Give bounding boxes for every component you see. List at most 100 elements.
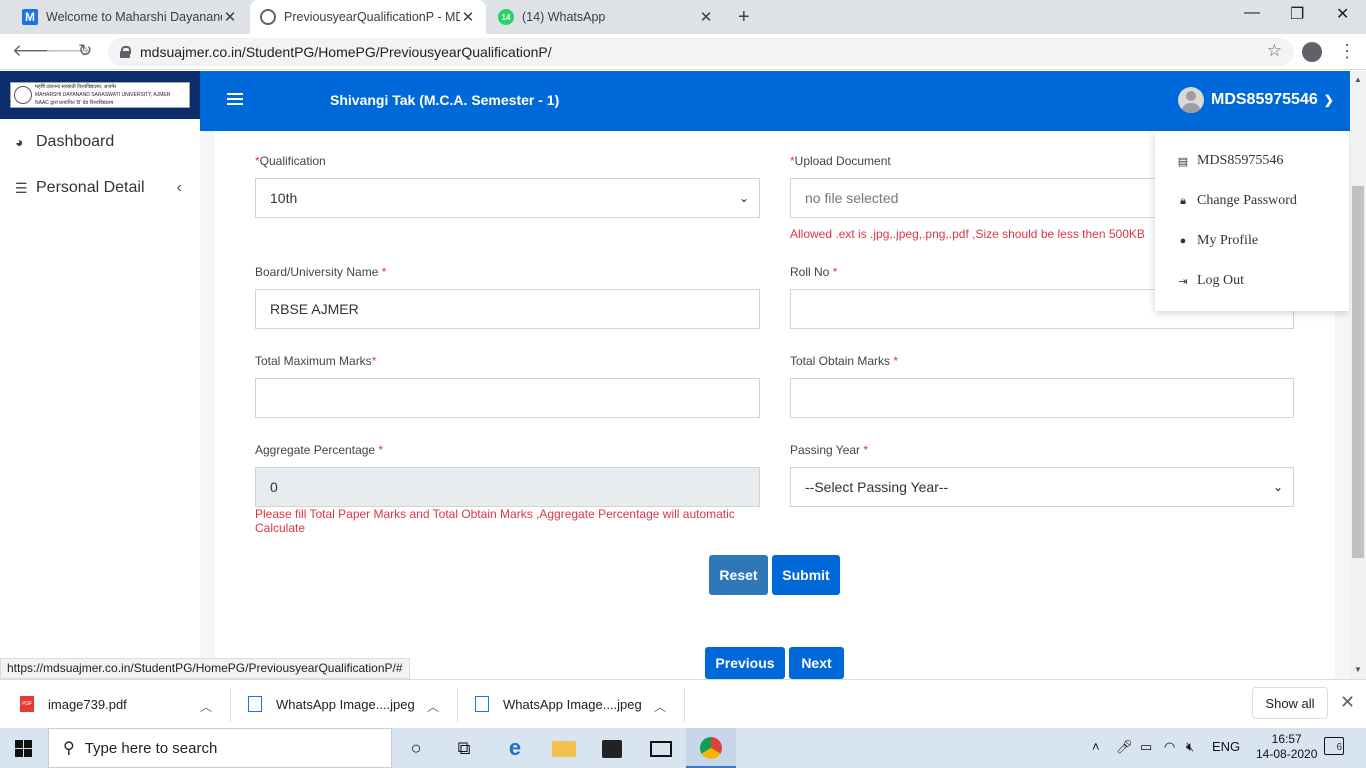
close-icon[interactable]: ✕ xyxy=(1340,692,1355,713)
task-view-icon[interactable]: ⧉ xyxy=(452,736,476,760)
page-scrollbar[interactable]: ▲ ▼ xyxy=(1350,71,1366,679)
chevron-up-icon[interactable]: ︿ xyxy=(427,698,439,715)
edge-icon[interactable]: e xyxy=(503,735,527,760)
university-logo[interactable]: महर्षि दयानन्द सरस्वती विश्वविद्यालय, अज… xyxy=(10,82,190,108)
url-text: mdsuajmer.co.in/StudentPG/HomePG/Previou… xyxy=(140,44,552,60)
dropdown-item-my-profile[interactable]: ● My Profile xyxy=(1175,233,1258,249)
speaker-muted-icon[interactable]: 🔇︎ xyxy=(1186,739,1194,755)
maximize-button[interactable]: ❐ xyxy=(1290,4,1304,24)
tachometer-icon: ◕ xyxy=(15,134,24,150)
upload-label: *Upload Document xyxy=(790,154,891,168)
logo-banner: महर्षि दयानन्द सरस्वती विश्वविद्यालय, अज… xyxy=(0,71,200,119)
search-icon: ⚲ xyxy=(63,740,75,757)
status-bar-url: https://mdsuajmer.co.in/StudentPG/HomePG… xyxy=(0,658,410,679)
chevron-up-icon[interactable]: ︿ xyxy=(200,698,212,715)
sidebar-item-label: Personal Detail xyxy=(36,179,145,196)
scroll-thumb[interactable] xyxy=(1352,186,1364,558)
address-bar[interactable]: mdsuajmer.co.in/StudentPG/HomePG/Previou… xyxy=(108,38,1294,66)
account-icon[interactable] xyxy=(1302,42,1322,62)
store-icon[interactable] xyxy=(602,740,622,758)
close-icon[interactable]: ✕ xyxy=(460,8,476,26)
aggregate-value: 0 xyxy=(270,479,278,495)
bookmark-star-icon[interactable]: ☆ xyxy=(1267,41,1282,61)
dropdown-item-change-password[interactable]: 🔒︎ Change Password xyxy=(1175,193,1297,209)
id-card-icon: ▤ xyxy=(1177,155,1189,168)
user-icon: ● xyxy=(1179,235,1187,247)
chrome-icon[interactable] xyxy=(700,737,722,759)
qualification-select[interactable]: 10th ⌄ xyxy=(255,178,760,218)
download-item[interactable]: WhatsApp Image....jpeg xyxy=(475,686,642,722)
qualification-label: *Qualification xyxy=(255,154,326,168)
total-obtain-marks-input[interactable] xyxy=(790,378,1294,418)
language-indicator[interactable]: ENG xyxy=(1212,739,1240,754)
cortana-icon[interactable]: ○ xyxy=(404,736,428,760)
download-name: image739.pdf xyxy=(48,696,127,712)
chevron-down-icon: ❯ xyxy=(1323,93,1334,107)
wifi-icon[interactable]: ◠ xyxy=(1164,739,1175,755)
clock[interactable]: 16:57 14-08-2020 xyxy=(1256,732,1317,762)
microphone-icon[interactable]: 🎤︎ xyxy=(1116,739,1133,755)
image-file-icon xyxy=(248,696,262,712)
lock-icon xyxy=(120,46,131,58)
scroll-up-icon[interactable]: ▲ xyxy=(1354,75,1362,84)
passing-year-select[interactable]: --Select Passing Year-- ⌄ xyxy=(790,467,1294,507)
browser-tab-strip: M Welcome to Maharshi Dayanand ✕ Previou… xyxy=(0,0,1366,34)
total-maximum-marks-input[interactable] xyxy=(255,378,760,418)
previous-button[interactable]: Previous xyxy=(705,647,785,679)
windows-taskbar: ⚲ Type here to search ○ ⧉ e ˄ 🎤︎ ▭ ◠ 🔇︎ … xyxy=(0,728,1366,768)
logo-text: महर्षि दयानन्द सरस्वती विश्वविद्यालय, अज… xyxy=(35,84,117,90)
submit-button[interactable]: Submit xyxy=(772,555,840,595)
close-icon[interactable]: ✕ xyxy=(222,8,238,26)
max-marks-label: Total Maximum Marks* xyxy=(255,354,377,368)
dropdown-item-log-out[interactable]: ⇥ Log Out xyxy=(1175,273,1244,289)
board-university-input[interactable]: RBSE AJMER xyxy=(255,289,760,329)
battery-icon[interactable]: ▭ xyxy=(1140,739,1152,755)
chevron-up-icon[interactable]: ︿ xyxy=(654,698,666,715)
reset-button[interactable]: Reset xyxy=(709,555,768,595)
menu-kebab-icon[interactable]: ⋮ xyxy=(1338,41,1356,62)
tab-title: PreviousyearQualificationP - MD xyxy=(284,10,460,24)
mdsu-favicon-icon: M xyxy=(22,9,38,25)
search-placeholder: Type here to search xyxy=(84,739,218,757)
window-close-button[interactable]: ✕ xyxy=(1336,4,1349,24)
sidebar-item-dashboard[interactable]: ◕ Dashboard xyxy=(0,122,200,162)
chevron-left-icon: ‹ xyxy=(176,179,182,196)
seal-icon xyxy=(14,86,32,104)
upload-placeholder: no file selected xyxy=(805,190,899,206)
tab-qualification[interactable]: PreviousyearQualificationP - MD ✕ xyxy=(250,0,486,34)
obtain-marks-label: Total Obtain Marks * xyxy=(790,354,899,368)
dropdown-item-user-id[interactable]: ▤ MDS85975546 xyxy=(1175,153,1284,169)
taskbar-search-input[interactable]: ⚲ Type here to search xyxy=(48,728,392,768)
scroll-down-icon[interactable]: ▼ xyxy=(1354,665,1362,674)
chevron-down-icon: ⌄ xyxy=(738,191,749,205)
hamburger-icon[interactable] xyxy=(227,93,243,108)
show-all-button[interactable]: Show all xyxy=(1252,687,1328,719)
aggregate-hint: Please fill Total Paper Marks and Total … xyxy=(255,507,735,535)
tab-whatsapp[interactable]: 14 (14) WhatsApp ✕ xyxy=(488,0,724,34)
lock-icon: 🔒︎ xyxy=(1180,194,1186,207)
sidebar-item-personal-detail[interactable]: ☰ Personal Detail ‹ xyxy=(0,168,200,208)
browser-toolbar: 🡐 🡒 ↻ mdsuajmer.co.in/StudentPG/HomePG/P… xyxy=(0,34,1366,70)
download-name: WhatsApp Image....jpeg xyxy=(276,696,415,712)
clock-date: 14-08-2020 xyxy=(1256,747,1318,761)
download-item[interactable]: PDF image739.pdf xyxy=(20,686,127,722)
qualification-value: 10th xyxy=(270,190,298,206)
clock-time: 16:57 xyxy=(1271,732,1302,746)
globe-icon xyxy=(260,9,276,25)
mail-icon[interactable] xyxy=(650,741,672,757)
close-icon[interactable]: ✕ xyxy=(698,8,714,26)
aggregate-label: Aggregate Percentage * xyxy=(255,443,384,457)
download-item[interactable]: WhatsApp Image....jpeg xyxy=(248,686,415,722)
user-menu-toggle[interactable]: MDS85975546 ❯ xyxy=(1178,87,1334,113)
tab-welcome[interactable]: M Welcome to Maharshi Dayanand ✕ xyxy=(12,0,248,34)
notification-icon[interactable]: 6 xyxy=(1324,737,1344,755)
file-explorer-icon[interactable] xyxy=(552,741,576,757)
windows-start-icon[interactable] xyxy=(15,740,32,757)
avatar xyxy=(1178,87,1204,113)
reload-icon[interactable]: ↻ xyxy=(78,41,92,61)
chevron-up-icon[interactable]: ˄ xyxy=(1092,739,1100,754)
minimize-button[interactable]: — xyxy=(1244,4,1260,22)
next-button[interactable]: Next xyxy=(789,647,844,679)
new-tab-button[interactable]: + xyxy=(738,6,750,29)
aggregate-percentage-input: 0 xyxy=(255,467,760,507)
